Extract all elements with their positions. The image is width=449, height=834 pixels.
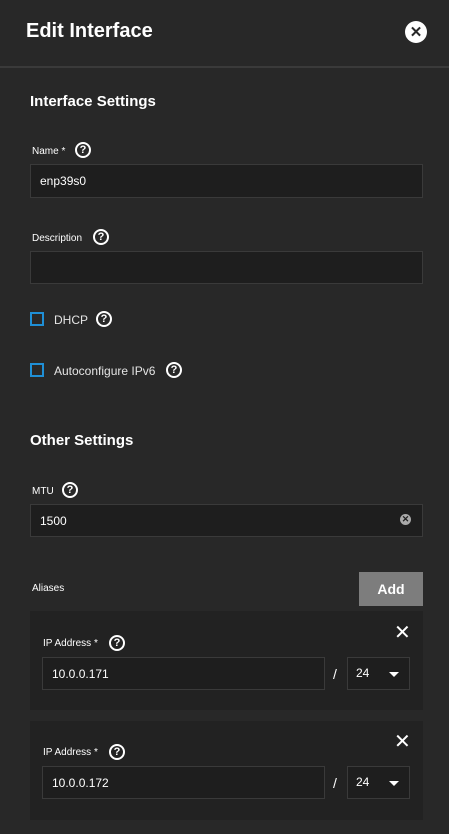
netmask-value: 24: [356, 666, 370, 680]
name-help-icon[interactable]: ?: [75, 142, 91, 158]
chevron-down-icon: [389, 672, 399, 677]
netmask-select[interactable]: 24: [347, 766, 410, 799]
netmask-separator: /: [333, 666, 337, 682]
netmask-value: 24: [356, 775, 370, 789]
ip-address-label: IP Address *: [43, 638, 98, 649]
alias-card: IP Address * ? ✕ 10.0.0.172 / 24: [30, 721, 423, 820]
ip-address-label: IP Address *: [43, 747, 98, 758]
mtu-help-icon[interactable]: ?: [62, 482, 78, 498]
ip-address-input[interactable]: 10.0.0.172: [42, 766, 325, 799]
ip-address-input[interactable]: 10.0.0.171: [42, 657, 325, 690]
name-label: Name *: [32, 146, 66, 157]
page-title: Edit Interface: [26, 20, 153, 42]
netmask-select[interactable]: 24: [347, 657, 410, 690]
autoconfigure-ipv6-checkbox[interactable]: [30, 363, 44, 377]
dhcp-checkbox[interactable]: [30, 312, 44, 326]
other-settings-title: Other Settings: [30, 432, 134, 449]
dhcp-help-icon[interactable]: ?: [96, 311, 112, 327]
name-field[interactable]: enp39s0: [30, 164, 423, 198]
ip-address-help-icon[interactable]: ?: [109, 744, 125, 760]
interface-settings-title: Interface Settings: [30, 93, 156, 110]
mtu-field[interactable]: 1500: [30, 504, 423, 537]
clear-icon[interactable]: ✕: [400, 514, 411, 525]
autoconfigure-ipv6-help-icon[interactable]: ?: [166, 362, 182, 378]
aliases-label: Aliases: [32, 583, 65, 594]
alias-card: IP Address * ? ✕ 10.0.0.171 / 24: [30, 611, 423, 710]
description-label: Description: [32, 233, 83, 244]
dialog-header: Edit Interface ✕: [0, 0, 449, 68]
description-help-icon[interactable]: ?: [93, 229, 109, 245]
chevron-down-icon: [389, 781, 399, 786]
autoconfigure-ipv6-label: Autoconfigure IPv6: [54, 364, 156, 378]
description-field[interactable]: [30, 251, 423, 284]
add-alias-button[interactable]: Add: [359, 572, 423, 606]
netmask-separator: /: [333, 775, 337, 791]
ip-address-help-icon[interactable]: ?: [109, 635, 125, 651]
mtu-label: MTU: [32, 486, 54, 497]
remove-alias-icon[interactable]: ✕: [394, 623, 411, 643]
dhcp-label: DHCP: [54, 313, 89, 327]
close-icon[interactable]: ✕: [405, 21, 427, 43]
remove-alias-icon[interactable]: ✕: [394, 732, 411, 752]
